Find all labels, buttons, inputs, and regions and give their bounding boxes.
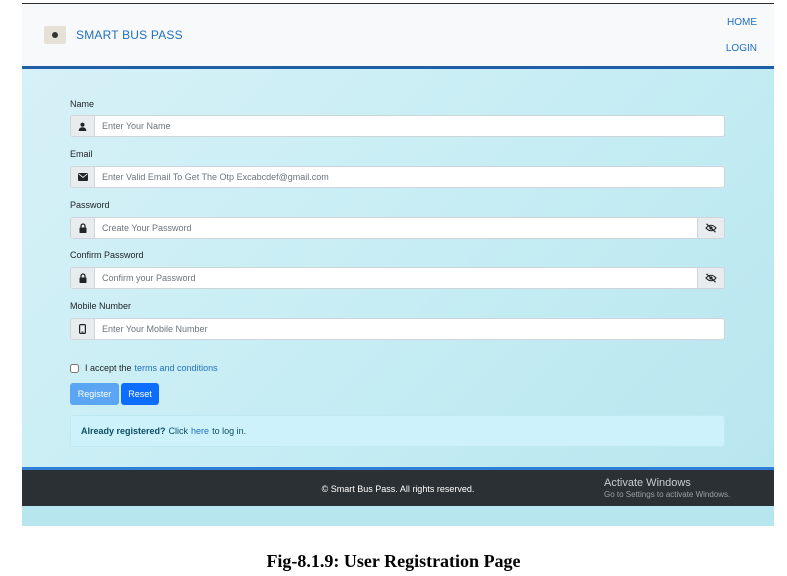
lock-icon (71, 268, 95, 288)
bus-logo-icon (44, 26, 66, 44)
register-button[interactable]: Register (70, 383, 119, 405)
login-prompt-post: to log in. (212, 426, 247, 436)
toggle-password-visibility[interactable] (697, 218, 724, 238)
eye-slash-icon (705, 223, 717, 233)
watermark-title: Activate Windows (604, 477, 691, 489)
brand[interactable]: SMART BUS PASS (44, 26, 183, 44)
login-prompt-bold: Already registered? (81, 426, 166, 436)
login-prompt-pre: Click (168, 426, 189, 436)
name-input-group (70, 115, 725, 137)
navbar: SMART BUS PASS HOME LOGIN (22, 4, 774, 69)
email-label: Email (70, 149, 93, 159)
password-label: Password (70, 200, 110, 210)
eye-slash-icon (705, 273, 717, 283)
password-input-group (70, 217, 725, 239)
toggle-confirm-password-visibility[interactable] (697, 268, 724, 288)
user-icon (71, 116, 95, 136)
brand-title: SMART BUS PASS (76, 28, 183, 42)
name-label: Name (70, 99, 95, 109)
app-window: SMART BUS PASS HOME LOGIN Name Email Pas… (22, 3, 774, 526)
name-input[interactable] (95, 116, 724, 136)
mobile-icon (71, 319, 95, 339)
email-input[interactable] (95, 167, 724, 187)
password-input[interactable] (95, 218, 697, 238)
mobile-input[interactable] (95, 319, 724, 339)
terms-checkbox[interactable] (70, 363, 79, 373)
confirm-password-label: Confirm Password (70, 250, 144, 260)
terms-row: I accept the terms and conditions (70, 363, 218, 373)
nav-home-link[interactable]: HOME (727, 17, 757, 28)
mobile-input-group (70, 318, 725, 340)
confirm-password-input[interactable] (95, 268, 697, 288)
terms-link[interactable]: terms and conditions (135, 363, 218, 373)
login-here-link[interactable]: here (191, 426, 209, 436)
email-input-group (70, 166, 725, 188)
reset-button[interactable]: Reset (121, 383, 159, 405)
lock-icon (71, 218, 95, 238)
terms-prefix: I accept the (85, 363, 132, 373)
confirm-password-input-group (70, 267, 725, 289)
watermark-subtitle: Go to Settings to activate Windows. (604, 490, 731, 499)
envelope-icon (71, 167, 95, 187)
figure-caption: Fig-8.1.9: User Registration Page (266, 551, 521, 571)
login-prompt-alert: Already registered? Click here to log in… (70, 415, 725, 447)
footer: © Smart Bus Pass. All rights reserved. A… (22, 467, 774, 506)
activate-windows-watermark: Activate Windows Go to Settings to activ… (604, 477, 730, 499)
registration-panel: Name Email Password Confirm (22, 69, 774, 468)
mobile-label: Mobile Number (70, 301, 132, 311)
page-bottom-background (22, 506, 774, 526)
nav-login-link[interactable]: LOGIN (726, 43, 757, 54)
